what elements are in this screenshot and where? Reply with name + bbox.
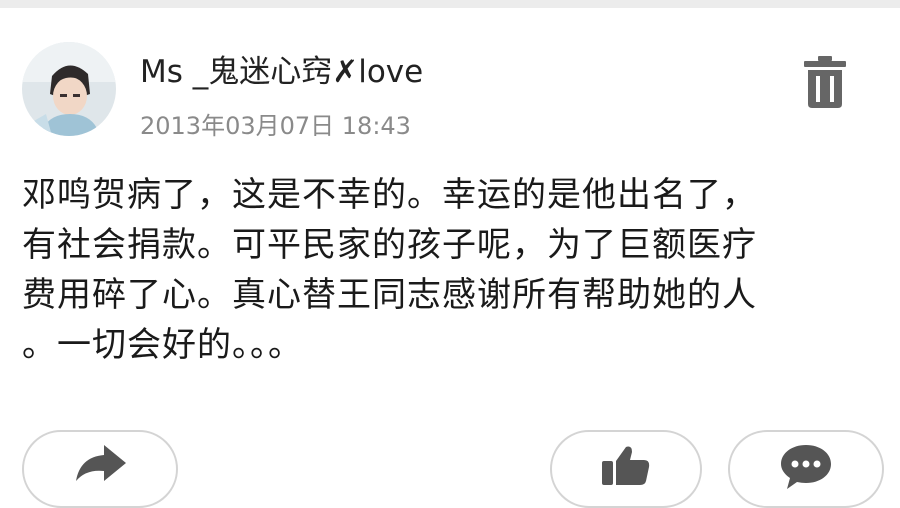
post-content-line: 邓鸣贺病了，这是不幸的。幸运的是他出名了，	[22, 175, 757, 215]
author-name[interactable]: Ms _鬼迷心窍✗love	[140, 52, 423, 92]
trash-icon	[804, 56, 846, 108]
post-content-line: 。一切会好的。。。	[22, 325, 303, 365]
avatar[interactable]	[22, 42, 116, 136]
post-content: 邓鸣贺病了，这是不幸的。幸运的是他出名了， 有社会捐款。可平民家的孩子呢，为了巨…	[22, 170, 892, 370]
post-timestamp: 2013年03月07日 18:43	[140, 112, 411, 140]
share-arrow-icon	[76, 445, 126, 481]
post-content-line: 费用碎了心。真心替王同志感谢所有帮助她的人	[22, 275, 757, 315]
comment-button[interactable]	[728, 430, 884, 508]
avatar-image	[22, 42, 116, 136]
like-button[interactable]	[550, 430, 702, 508]
top-divider	[0, 0, 900, 8]
delete-button[interactable]	[798, 54, 852, 110]
share-button[interactable]	[22, 430, 178, 508]
thumbs-up-icon	[602, 446, 650, 485]
comment-bubble-icon	[781, 445, 831, 489]
post-content-line: 有社会捐款。可平民家的孩子呢，为了巨额医疗	[22, 225, 757, 265]
